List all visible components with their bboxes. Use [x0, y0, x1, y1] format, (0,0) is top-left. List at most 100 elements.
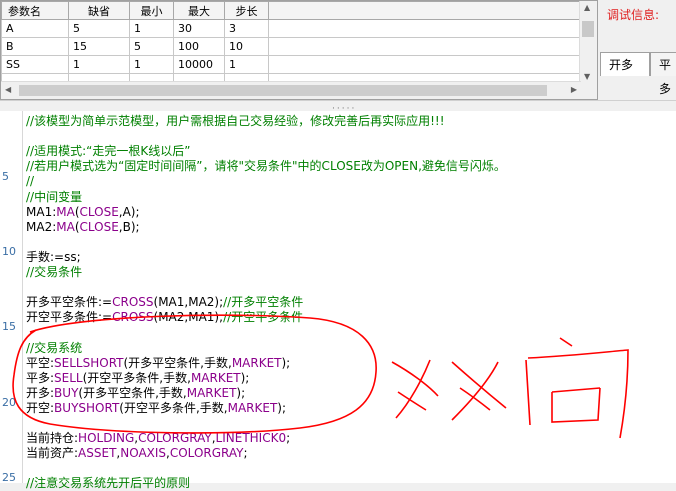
cell-step[interactable]: 3: [224, 19, 269, 38]
code-keyword: CROSS: [112, 295, 154, 310]
debug-info-label: 调试信息:: [607, 8, 660, 22]
cell-default[interactable]: 5: [68, 19, 130, 38]
code-line[interactable]: 手数:=ss;: [26, 249, 81, 265]
parameter-table-panel: 参数名 缺省 最小 最大 步长 A 5 1 30 3 B 15 5 100 10…: [0, 0, 598, 100]
header-default[interactable]: 缺省: [68, 1, 130, 20]
code-line[interactable]: 当前资产:ASSET,NOAXIS,COLORGRAY;: [26, 445, 248, 461]
header-filler: [268, 1, 588, 20]
code-line[interactable]: MA2:MA(CLOSE,B);: [26, 219, 140, 235]
code-text: 开空平多条件:=: [26, 310, 113, 325]
code-editor[interactable]: 5 10 15 20 25 //该模型为简单示范模型，用户需根据自己交易经验，修…: [0, 111, 676, 490]
cell-min[interactable]: 1: [129, 55, 174, 74]
debug-tabs: 开多 平多: [600, 52, 676, 96]
header-min[interactable]: 最小: [129, 1, 174, 20]
panel-splitter[interactable]: ·····: [0, 100, 676, 114]
header-step[interactable]: 步长: [224, 1, 269, 20]
cell-param-name[interactable]: A: [1, 19, 69, 38]
table-row[interactable]: A 5 1 30 3: [1, 19, 588, 38]
code-line[interactable]: 开空:BUYSHORT(开空平多条件,手数,MARKET);: [26, 400, 286, 416]
code-keyword: MARKET: [227, 400, 278, 415]
code-text: ,A);: [118, 204, 140, 219]
code-line[interactable]: //该模型为简单示范模型，用户需根据自己交易经验，修改完善后再实际应用!!!: [26, 113, 445, 129]
code-line[interactable]: //交易系统: [26, 340, 82, 356]
code-keyword: ASSET: [78, 446, 117, 461]
cell-min[interactable]: 1: [129, 19, 174, 38]
cell-step[interactable]: 1: [224, 55, 269, 74]
cell-filler: [268, 55, 588, 74]
code-comment: //交易系统: [26, 340, 83, 355]
cell-max[interactable]: 100: [173, 37, 225, 56]
cell-max[interactable]: 10000: [173, 55, 225, 74]
code-line[interactable]: MA1:MA(CLOSE,A);: [26, 204, 140, 220]
code-line[interactable]: //中间变量: [26, 189, 82, 205]
code-keyword: COLORGRAY: [169, 446, 244, 461]
line-number: 15: [2, 320, 16, 333]
code-line[interactable]: //若用户模式选为“固定时间间隔”，请将"交易条件"中的CLOSE改为OPEN,…: [26, 158, 506, 174]
cell-filler: [268, 37, 588, 56]
code-line[interactable]: //交易条件: [26, 264, 82, 280]
code-comment: //开多平空条件: [223, 295, 304, 310]
code-text: (开空平多条件,手数,: [82, 370, 191, 385]
code-text: (MA2,MA1);: [153, 310, 224, 325]
code-text: MA1:: [26, 204, 57, 219]
code-text: (开多平空条件,手数,: [123, 355, 232, 370]
code-text: );: [240, 370, 250, 385]
code-line[interactable]: //注意交易系统先开后平的原则: [26, 475, 190, 491]
code-keyword: CROSS: [112, 310, 154, 325]
code-line[interactable]: //适用模式:“走完一根K线以后”: [26, 143, 190, 159]
cell-step[interactable]: 10: [224, 37, 269, 56]
code-keyword: LINETHICK0: [215, 431, 287, 446]
scroll-thumb[interactable]: [19, 85, 547, 96]
code-keyword: BUYSHORT: [54, 400, 120, 415]
code-text: (开多平空条件,手数,: [78, 385, 187, 400]
scroll-left-arrow-icon[interactable]: ◀: [5, 85, 11, 94]
code-text: ;: [243, 446, 248, 461]
header-max[interactable]: 最大: [173, 1, 225, 20]
scroll-up-arrow-icon[interactable]: ▲: [584, 3, 590, 12]
table-vertical-scrollbar[interactable]: ▲ ▼: [579, 1, 597, 83]
code-line[interactable]: 开空平多条件:=CROSS(MA2,MA1);//开空平多条件: [26, 309, 303, 325]
code-line[interactable]: //: [26, 173, 34, 189]
cell-default[interactable]: 1: [68, 55, 130, 74]
cell-default[interactable]: 15: [68, 37, 130, 56]
code-line[interactable]: 平多:SELL(开空平多条件,手数,MARKET);: [26, 370, 249, 386]
cell-min[interactable]: 5: [129, 37, 174, 56]
code-line[interactable]: 开多平空条件:=CROSS(MA1,MA2);//开多平空条件: [26, 294, 303, 310]
cell-param-name[interactable]: B: [1, 37, 69, 56]
code-comment: //交易条件: [26, 265, 83, 279]
parameter-table: 参数名 缺省 最小 最大 步长 A 5 1 30 3 B 15 5 100 10…: [1, 1, 588, 92]
code-text: );: [281, 355, 291, 370]
scroll-down-arrow-icon[interactable]: ▼: [584, 72, 590, 81]
line-number: 20: [2, 396, 16, 409]
code-text: );: [236, 385, 246, 400]
code-text: );: [277, 400, 287, 415]
scroll-right-arrow-icon[interactable]: ▶: [571, 85, 577, 94]
code-keyword: CLOSE: [79, 204, 119, 219]
code-text: MA2:: [26, 219, 57, 234]
code-keyword: BUY: [54, 385, 79, 400]
table-row[interactable]: SS 1 1 10000 1: [1, 55, 588, 74]
code-line[interactable]: 开多:BUY(开多平空条件,手数,MARKET);: [26, 385, 245, 401]
scroll-thumb[interactable]: [582, 21, 594, 37]
code-keyword: SELL: [54, 370, 83, 385]
code-text: ,B);: [118, 219, 140, 234]
code-keyword: MA: [56, 219, 75, 234]
code-comment: //: [26, 174, 35, 189]
table-row[interactable]: B 15 5 100 10: [1, 37, 588, 56]
code-text: 开空:: [26, 400, 55, 415]
tab-open-long[interactable]: 开多: [600, 52, 650, 76]
cell-param-name[interactable]: SS: [1, 55, 69, 74]
cell-max[interactable]: 30: [173, 19, 225, 38]
code-line[interactable]: 当前持仓:HOLDING,COLORGRAY,LINETHICK0;: [26, 430, 290, 446]
code-keyword: COLORGRAY: [138, 431, 212, 446]
code-line[interactable]: 平空:SELLSHORT(开多平空条件,手数,MARKET);: [26, 355, 290, 371]
code-text: (开空平多条件,手数,: [119, 400, 228, 415]
code-comment: //适用模式:“走完一根K线以后”: [26, 144, 191, 159]
code-keyword: HOLDING: [78, 431, 135, 446]
line-number-gutter: 5 10 15 20 25: [0, 111, 23, 484]
code-comment: //注意交易系统先开后平的原则: [26, 476, 191, 491]
code-keyword: SELLSHORT: [54, 355, 124, 370]
header-param-name[interactable]: 参数名: [1, 1, 69, 20]
tab-close-long[interactable]: 平多: [650, 52, 676, 96]
table-horizontal-scrollbar[interactable]: ◀ ▶: [1, 81, 581, 99]
